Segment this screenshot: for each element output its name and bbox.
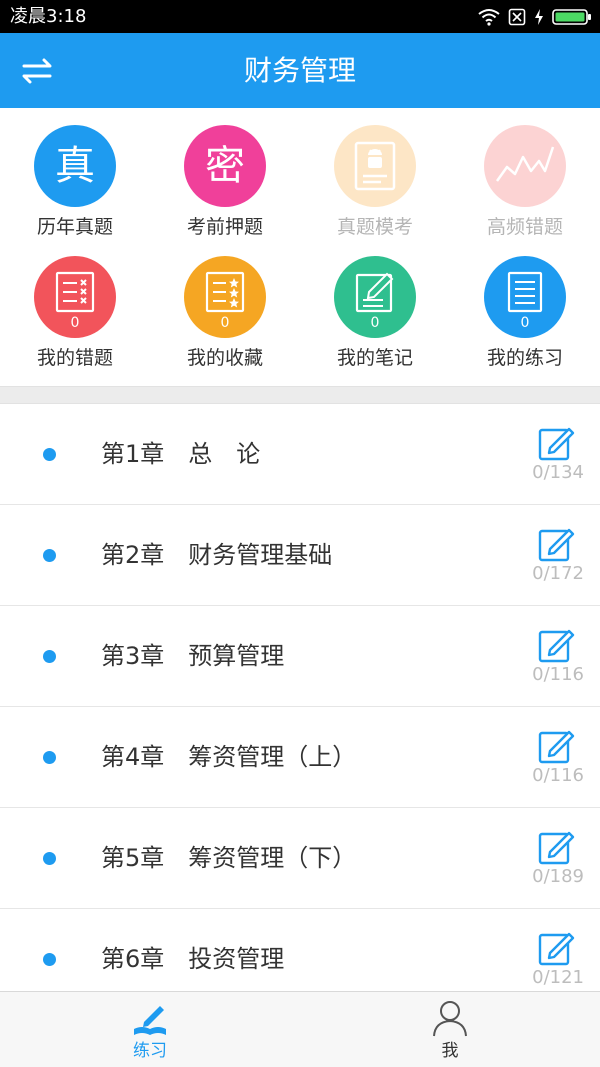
chapter-title: 第2章 财务管理基础 <box>101 541 333 569</box>
wifi-icon <box>478 9 500 26</box>
frequent-errors-icon <box>484 125 566 207</box>
chapter-progress: 0/121 <box>532 967 584 988</box>
status-time: 凌晨3:18 <box>10 6 87 27</box>
past-exams-glyph: 真 <box>55 143 95 189</box>
past-exams-icon: 真 <box>34 125 116 207</box>
battery-icon <box>552 9 591 25</box>
grid-label: 高频错题 <box>486 216 563 238</box>
chapter-row[interactable]: 第6章 投资管理 0/121 <box>0 909 600 991</box>
bullet-dot <box>43 852 56 865</box>
edit-icon[interactable] <box>538 626 576 664</box>
note-pen-icon <box>355 272 394 313</box>
chapter-progress: 0/116 <box>532 765 584 786</box>
status-icons <box>478 5 592 29</box>
my-practice-icon: 0 <box>484 256 566 338</box>
mock-exam-icon <box>334 125 416 207</box>
bullet-dot <box>43 549 56 562</box>
trend-line-icon <box>495 146 555 182</box>
status-bar: 凌晨3:18 <box>0 0 600 33</box>
chapter-title: 第4章 筹资管理（上） <box>101 743 357 771</box>
no-sim-icon <box>508 8 526 26</box>
grid-item-my-favorites[interactable]: 0 我的收藏 <box>150 239 300 369</box>
star-list-icon <box>205 271 245 313</box>
practice-count: 0 <box>520 315 530 331</box>
bullet-dot <box>43 751 56 764</box>
predicted-questions-glyph: 密 <box>205 143 245 189</box>
chapter-row[interactable]: 第4章 筹资管理（上） 0/116 <box>0 707 600 808</box>
chapter-progress: 0/134 <box>532 462 584 483</box>
feature-grid: 真 历年真题 密 考前押题 真题模考 高频错题 0 我的错题 0 我的收藏 0 … <box>0 108 600 386</box>
notes-count: 0 <box>370 315 380 331</box>
my-favorites-icon: 0 <box>184 256 266 338</box>
grid-item-my-notes[interactable]: 0 我的笔记 <box>300 239 450 369</box>
mistakes-count: 0 <box>70 315 80 331</box>
user-icon <box>433 1001 467 1037</box>
my-notes-icon: 0 <box>334 256 416 338</box>
chapter-row[interactable]: 第5章 筹资管理（下） 0/189 <box>0 808 600 909</box>
android-document-icon <box>354 141 396 191</box>
practice-book-icon <box>507 271 543 313</box>
grid-item-past-exams[interactable]: 真 历年真题 <box>0 108 150 238</box>
grid-item-mock-exam[interactable]: 真题模考 <box>300 108 450 238</box>
grid-item-predicted-questions[interactable]: 密 考前押题 <box>150 108 300 238</box>
chapter-title: 第3章 预算管理 <box>101 642 285 670</box>
bullet-dot <box>43 650 56 663</box>
tab-label: 我 <box>441 1041 459 1061</box>
edit-icon[interactable] <box>538 424 576 462</box>
tab-me[interactable]: 我 <box>300 992 600 1067</box>
practice-tab-icon <box>134 1006 166 1035</box>
grid-item-my-mistakes[interactable]: 0 我的错题 <box>0 239 150 369</box>
chapter-row[interactable]: 第2章 财务管理基础 0/172 <box>0 505 600 606</box>
grid-label: 考前押题 <box>186 216 263 238</box>
page-title: 财务管理 <box>243 54 356 87</box>
grid-label: 我的错题 <box>36 347 113 369</box>
predicted-questions-icon: 密 <box>184 125 266 207</box>
grid-label: 真题模考 <box>336 216 413 238</box>
grid-label: 我的笔记 <box>336 347 413 369</box>
bullet-dot <box>43 953 56 966</box>
chapter-row[interactable]: 第1章 总 论 0/134 <box>0 404 600 505</box>
edit-icon[interactable] <box>538 525 576 563</box>
chapter-progress: 0/172 <box>532 563 584 584</box>
chapter-title: 第5章 筹资管理（下） <box>101 844 357 872</box>
chapter-progress: 0/189 <box>532 866 584 887</box>
bottom-tab-bar: 练习 我 <box>0 991 600 1067</box>
section-divider <box>0 386 600 404</box>
edit-icon[interactable] <box>538 929 576 967</box>
grid-label: 我的练习 <box>486 347 563 369</box>
grid-label: 我的收藏 <box>186 347 263 369</box>
chapter-title: 第1章 总 论 <box>101 440 261 468</box>
grid-item-frequent-errors[interactable]: 高频错题 <box>450 108 600 238</box>
wrong-list-icon <box>55 271 95 313</box>
edit-icon[interactable] <box>538 828 576 866</box>
tab-practice[interactable]: 练习 <box>0 992 300 1067</box>
chapter-list[interactable]: 第1章 总 论 0/134 第2章 财务管理基础 0/172 第3章 预算管理 … <box>0 404 600 991</box>
my-mistakes-icon: 0 <box>34 256 116 338</box>
chapter-title: 第6章 投资管理 <box>101 945 285 973</box>
favorites-count: 0 <box>220 315 230 331</box>
chapter-row[interactable]: 第3章 预算管理 0/116 <box>0 606 600 707</box>
charging-icon <box>535 9 543 25</box>
grid-label: 历年真题 <box>36 216 113 238</box>
edit-icon[interactable] <box>538 727 576 765</box>
bullet-dot <box>43 448 56 461</box>
tab-label: 练习 <box>133 1041 167 1061</box>
chapter-progress: 0/116 <box>532 664 584 685</box>
grid-item-my-practice[interactable]: 0 我的练习 <box>450 239 600 369</box>
app-header: 财务管理 <box>0 33 600 108</box>
